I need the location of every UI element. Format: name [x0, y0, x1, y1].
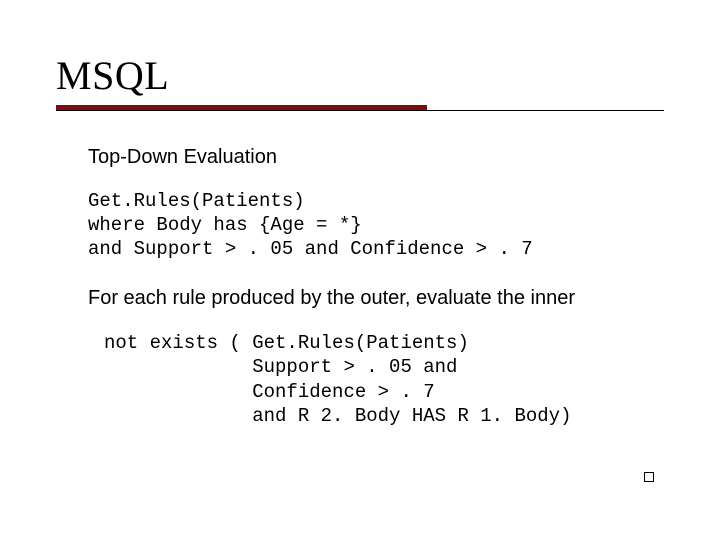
title-rule	[56, 105, 664, 111]
code-line: Get.Rules(Patients)	[88, 190, 305, 212]
slide: MSQL Top-Down Evaluation Get.Rules(Patie…	[0, 0, 720, 540]
code-block-outer: Get.Rules(Patients) where Body has {Age …	[88, 189, 656, 262]
slide-body: Top-Down Evaluation Get.Rules(Patients) …	[56, 145, 664, 428]
bullet-square-icon	[644, 472, 654, 482]
section-subtitle: Top-Down Evaluation	[88, 145, 656, 171]
code-line: and Support > . 05 and Confidence > . 7	[88, 238, 533, 260]
page-title: MSQL	[56, 52, 664, 99]
title-rule-line	[56, 110, 664, 111]
code-line: where Body has {Age = *}	[88, 214, 362, 236]
code-line: and R 2. Body HAS R 1. Body)	[104, 405, 571, 427]
code-line: Confidence > . 7	[104, 381, 435, 403]
code-line: not exists ( Get.Rules(Patients)	[104, 332, 469, 354]
explain-text: For each rule produced by the outer, eva…	[88, 286, 656, 312]
code-block-inner: not exists ( Get.Rules(Patients) Support…	[88, 331, 656, 428]
code-line: Support > . 05 and	[104, 356, 457, 378]
